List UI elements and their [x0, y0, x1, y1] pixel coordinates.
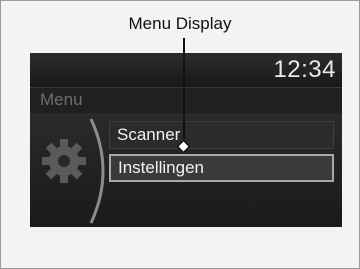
callout-label: Menu Display — [128, 14, 232, 33]
callout-pointer-line — [183, 38, 185, 146]
status-bar: 12:34 — [30, 53, 342, 88]
menu-item-instellingen[interactable]: Instellingen — [109, 154, 334, 182]
menu-title: Menu — [40, 90, 83, 109]
gear-icon — [42, 139, 86, 183]
menu-display-screen: 12:34 Menu Scanner Instellingen — [30, 53, 342, 227]
menu-item-scanner[interactable]: Scanner — [109, 121, 334, 149]
clock: 12:34 — [273, 56, 336, 83]
